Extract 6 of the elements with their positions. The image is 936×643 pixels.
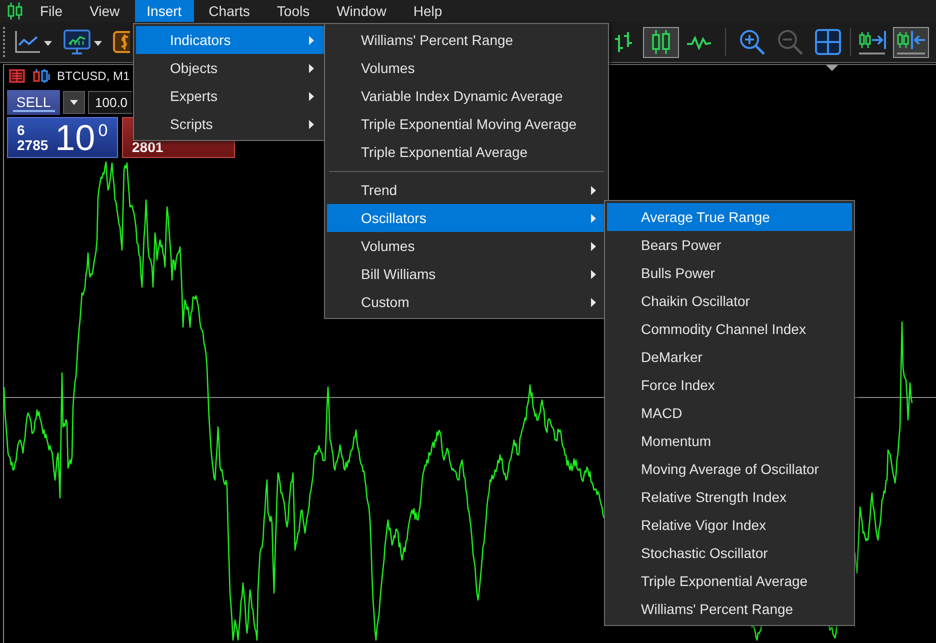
price-digits: 2785 <box>17 138 48 152</box>
chart-title: BTCUSD, M1 <box>57 69 130 83</box>
price-digits: 2801 <box>132 140 164 155</box>
price-big-digits: 10 <box>55 120 96 156</box>
price-digits: 6 <box>17 122 26 138</box>
price-superscript: 0 <box>98 122 108 139</box>
